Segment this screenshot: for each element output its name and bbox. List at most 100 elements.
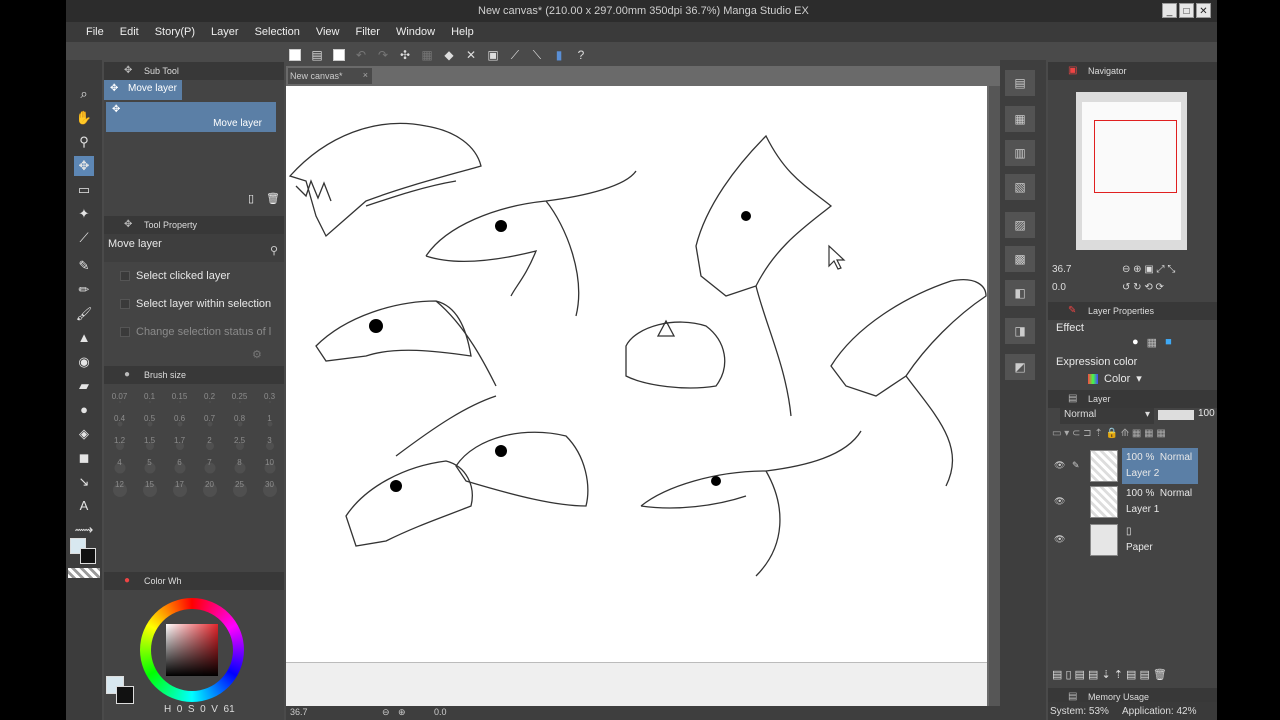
figure-tool-icon[interactable]: ◼ — [74, 448, 94, 468]
close-tab-icon[interactable]: × — [363, 70, 368, 80]
canvas-vertical-scrollbar[interactable] — [989, 86, 1000, 706]
zoom-in-icon[interactable]: ⊕ — [398, 707, 406, 718]
expression-color-select[interactable]: Color ▾ — [1088, 372, 1142, 385]
story-icon[interactable]: ▨ — [1005, 212, 1035, 238]
correct-line-tool-icon[interactable]: ⟿ — [74, 520, 94, 540]
brush-size-cell[interactable]: 30 — [256, 480, 283, 499]
text-tool-icon[interactable]: A — [74, 496, 94, 516]
effect-border-icon[interactable]: ● — [1132, 336, 1139, 349]
maximize-button[interactable]: □ — [1179, 3, 1194, 18]
layer-row-layer-2[interactable]: 👁 ✎ 100 % Normal Layer 2 — [1050, 448, 1200, 484]
fill-icon[interactable]: ◆ — [440, 46, 458, 64]
sub-tool-tab[interactable]: ✥ Move layer — [104, 80, 182, 100]
undo-icon[interactable]: ↶ — [352, 46, 370, 64]
brush-size-cell[interactable]: 12 — [106, 480, 133, 499]
auto-action-icon[interactable]: ◨ — [1005, 318, 1035, 344]
zoom-out-icon[interactable]: ⊖ — [382, 707, 390, 718]
visibility-eye-icon[interactable]: 👁 — [1054, 460, 1065, 471]
close-button[interactable]: ✕ — [1196, 3, 1211, 18]
brush-size-cell[interactable]: 20 — [196, 480, 223, 499]
brush-size-cell[interactable]: 0.7 — [196, 414, 223, 433]
brush-size-cell[interactable]: 0.25 — [226, 392, 253, 411]
brush-size-cell[interactable]: 3 — [256, 436, 283, 455]
hand-tool-icon[interactable]: ✋ — [74, 108, 94, 128]
effect-tone-icon[interactable]: ▦ — [1147, 336, 1157, 349]
delete-subtool-icon[interactable]: 🗑 — [266, 192, 280, 205]
pencil-tool-icon[interactable]: ✏ — [74, 280, 94, 300]
menu-view[interactable]: View — [308, 22, 348, 42]
new-subtool-icon[interactable]: ▯ — [248, 192, 254, 205]
navigator-zoom-value[interactable]: 36.7 — [1052, 264, 1071, 275]
item-bank-icon[interactable]: ◩ — [1005, 354, 1035, 380]
selection-tool-icon[interactable]: ▭ — [74, 180, 94, 200]
blend-mode-select[interactable]: Normal ▾ — [1060, 408, 1154, 424]
brush-size-cell[interactable]: 0.1 — [136, 392, 163, 411]
layer-search-icon[interactable]: ◧ — [1005, 280, 1035, 306]
transparent-color-swatch[interactable] — [68, 568, 100, 578]
brush-size-cell[interactable]: 2.5 — [226, 436, 253, 455]
move-tool-icon[interactable]: ✥ — [74, 156, 94, 176]
tool-settings-gear-icon[interactable]: ⚙ — [252, 348, 262, 361]
zoom-tool-icon[interactable]: ⌕ — [74, 84, 94, 104]
pen-snap-icon[interactable]: ▮ — [550, 46, 568, 64]
checkbox[interactable] — [120, 271, 130, 281]
lasso-tool-icon[interactable]: ✦ — [74, 204, 94, 224]
navigator-preview[interactable] — [1076, 92, 1187, 250]
option-select-within-selection[interactable]: Select layer within selection — [104, 290, 284, 318]
blend-tool-icon[interactable]: ◉ — [74, 352, 94, 372]
history-icon[interactable]: ▩ — [1005, 246, 1035, 272]
navigator-rotate-icons[interactable]: ↺ ↻ ⟲ ⟳ — [1122, 282, 1164, 293]
color-saturation-value-square[interactable] — [166, 624, 218, 676]
brush-size-cell[interactable]: 8 — [226, 458, 253, 477]
eraser-tool-icon[interactable]: ▰ — [74, 376, 94, 396]
frame-icon[interactable]: ▣ — [484, 46, 502, 64]
info-icon[interactable]: ▧ — [1005, 174, 1035, 200]
brush-size-cell[interactable]: 0.07 — [106, 392, 133, 411]
wheel-sub-color[interactable] — [116, 686, 134, 704]
brush-size-cell[interactable]: 17 — [166, 480, 193, 499]
grid-icon[interactable]: ▦ — [418, 46, 436, 64]
canvas-area[interactable]: New canvas* × 36.7 ⊖ ⊕ 0.0 — [286, 66, 1000, 720]
sub-color-swatch[interactable] — [80, 548, 96, 564]
help-icon[interactable]: ? — [572, 46, 590, 64]
airbrush-tool-icon[interactable]: ▲ — [74, 328, 94, 348]
brush-size-cell[interactable]: 1.5 — [136, 436, 163, 455]
option-select-clicked-layer[interactable]: Select clicked layer — [104, 262, 284, 290]
opacity-slider[interactable] — [1158, 410, 1194, 420]
zoom-glass-icon[interactable]: ⚲ — [74, 132, 94, 152]
pen-tool-icon[interactable]: ✎ — [74, 256, 94, 276]
brush-size-cell[interactable]: 0.8 — [226, 414, 253, 433]
menu-layer[interactable]: Layer — [203, 22, 247, 42]
navigator-rotation-value[interactable]: 0.0 — [1052, 282, 1066, 293]
brush-size-cell[interactable]: 5 — [136, 458, 163, 477]
layer-actions-icons[interactable]: ▤ ▯ ▤ ▤ ⇣ ⇡ ▤ ▤ 🗑 — [1052, 668, 1167, 681]
canvas-zoom-value[interactable]: 36.7 — [290, 707, 308, 717]
visibility-eye-icon[interactable]: 👁 — [1054, 496, 1065, 507]
brush-size-cell[interactable]: 15 — [136, 480, 163, 499]
menu-story[interactable]: Story(P) — [147, 22, 203, 42]
navigator-view-frame[interactable] — [1094, 120, 1177, 193]
brush-size-cell[interactable]: 10 — [256, 458, 283, 477]
shrink-icon[interactable]: ✕ — [462, 46, 480, 64]
brush-size-cell[interactable]: 0.2 — [196, 392, 223, 411]
brush-size-cell[interactable]: 1.2 — [106, 436, 133, 455]
brush-size-cell[interactable]: 0.5 — [136, 414, 163, 433]
brush-size-cell[interactable]: 0.15 — [166, 392, 193, 411]
menu-filter[interactable]: Filter — [348, 22, 388, 42]
save-icon[interactable] — [330, 46, 348, 64]
gradient-tool-icon[interactable]: ◈ — [74, 424, 94, 444]
snap-icon[interactable]: ⟍ — [528, 46, 546, 64]
color-wheel[interactable] — [140, 598, 244, 702]
brush-size-cell[interactable]: 7 — [196, 458, 223, 477]
line-tool-icon[interactable]: ↘ — [74, 472, 94, 492]
ruler-icon[interactable]: ⟋ — [506, 46, 524, 64]
visibility-eye-icon[interactable]: 👁 — [1054, 534, 1065, 545]
document-tab[interactable]: New canvas* × — [288, 68, 372, 84]
new-file-icon[interactable] — [286, 46, 304, 64]
canvas-rotation-value[interactable]: 0.0 — [434, 707, 447, 717]
open-file-icon[interactable]: ▤ — [308, 46, 326, 64]
layer-row-layer-1[interactable]: 👁 100 % Normal Layer 1 — [1050, 484, 1200, 520]
eyedropper-icon[interactable]: ⟋ — [74, 228, 94, 248]
effect-layer-color-icon[interactable]: ■ — [1165, 336, 1172, 349]
sub-view-icon[interactable]: ▦ — [1005, 106, 1035, 132]
